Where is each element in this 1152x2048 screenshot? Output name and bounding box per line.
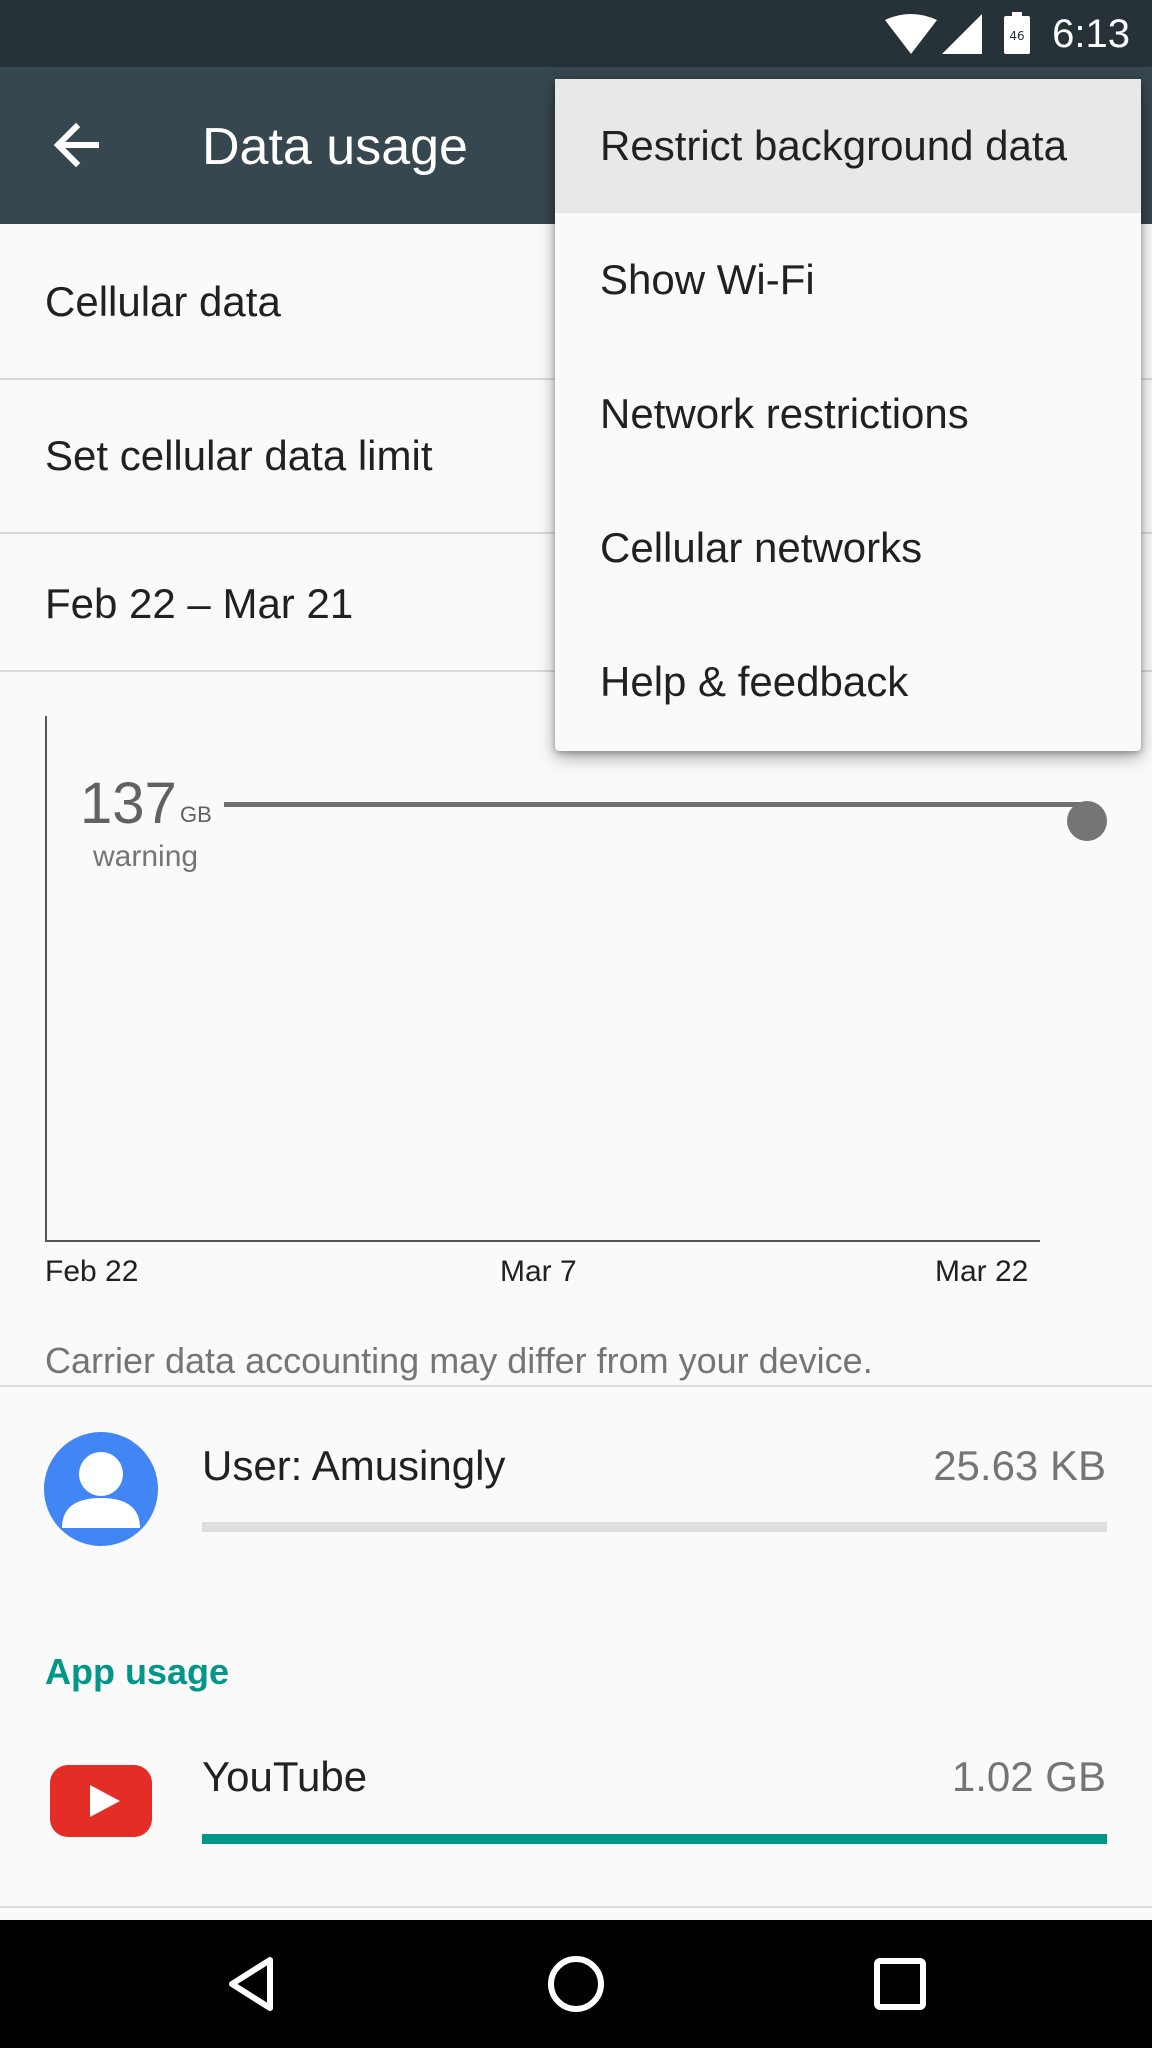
app-usage-bar-fill <box>202 1834 1107 1844</box>
app-usage-value: 1.02 GB <box>951 1753 1106 1800</box>
divider <box>0 1385 1152 1387</box>
cell-signal-icon <box>942 14 982 59</box>
menu-item-cellular-networks[interactable]: Cellular networks <box>555 481 1141 615</box>
recents-nav-icon[interactable] <box>868 1952 932 2016</box>
menu-item-network-restrictions[interactable]: Network restrictions <box>555 347 1141 481</box>
billing-cycle-label: Feb 22 – Mar 21 <box>45 580 354 627</box>
user-usage: 25.63 KB <box>933 1442 1106 1489</box>
cellular-data-label: Cellular data <box>45 278 281 325</box>
page-title: Data usage <box>202 118 468 176</box>
warning-label: warning <box>93 840 199 873</box>
warning-unit: GB <box>180 802 212 827</box>
x-tick-mid: Mar 7 <box>500 1255 577 1288</box>
youtube-icon <box>48 1763 154 1839</box>
home-nav-icon[interactable] <box>544 1952 608 2016</box>
app-name: YouTube <box>202 1753 368 1800</box>
x-tick-end: Mar 22 <box>935 1255 1029 1288</box>
app-usage-bar <box>202 1834 1107 1844</box>
navigation-bar <box>0 1920 1152 2048</box>
warning-value: 137 <box>80 771 177 836</box>
arrow-back-icon[interactable] <box>46 115 106 175</box>
overflow-menu: Restrict background data Show Wi-Fi Netw… <box>555 79 1141 751</box>
app-usage-heading: App usage <box>45 1651 230 1692</box>
chart-y-axis <box>45 716 47 1242</box>
back-nav-icon[interactable] <box>220 1952 284 2016</box>
svg-text:46: 46 <box>1009 29 1024 43</box>
battery-icon: 46 <box>1003 12 1031 59</box>
x-tick-start: Feb 22 <box>45 1255 139 1288</box>
divider <box>0 1906 1152 1908</box>
carrier-note: Carrier data accounting may differ from … <box>45 1340 873 1381</box>
person-icon <box>62 1452 140 1528</box>
warning-line[interactable] <box>224 802 1086 807</box>
menu-item-show-wifi[interactable]: Show Wi-Fi <box>555 213 1141 347</box>
set-data-limit-label: Set cellular data limit <box>45 432 433 479</box>
user-name: User: Amusingly <box>202 1442 506 1489</box>
menu-item-help-feedback[interactable]: Help & feedback <box>555 615 1141 749</box>
status-bar: 46 6:13 <box>0 0 1152 67</box>
avatar <box>44 1432 158 1546</box>
menu-item-restrict-background-data[interactable]: Restrict background data <box>555 79 1141 213</box>
warning-handle[interactable] <box>1067 801 1107 841</box>
wifi-icon <box>885 14 937 59</box>
status-time: 6:13 <box>1052 12 1130 56</box>
chart-x-axis <box>45 1240 1040 1242</box>
user-usage-bar <box>202 1522 1107 1532</box>
